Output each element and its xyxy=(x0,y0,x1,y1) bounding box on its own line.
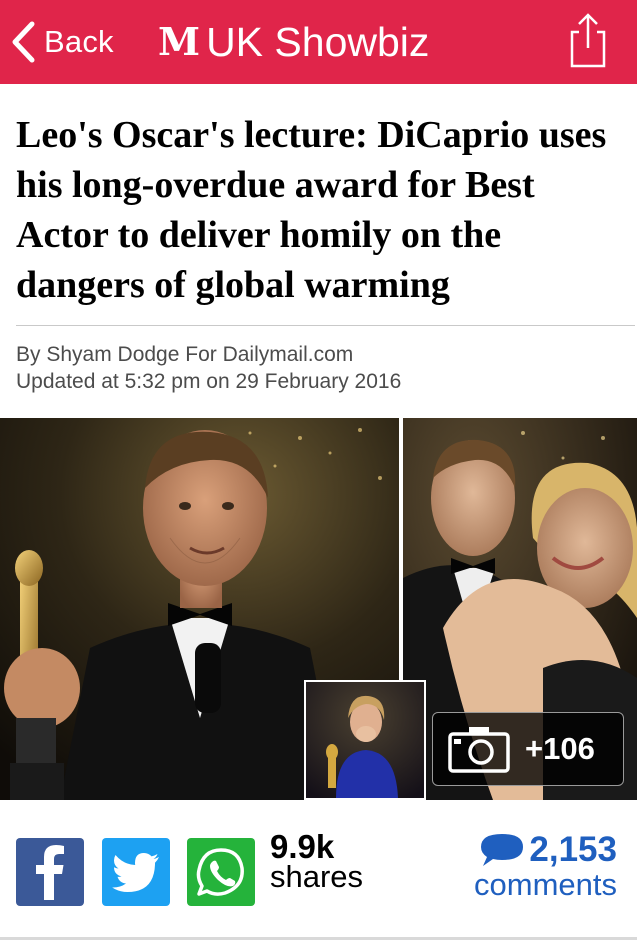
share-icon xyxy=(570,13,606,68)
whatsapp-share-button[interactable] xyxy=(187,838,255,906)
updated-timestamp: Updated at 5:32 pm on 29 February 2016 xyxy=(16,370,402,393)
comments-link[interactable]: 2,153 comments xyxy=(474,832,617,902)
shares-label: shares xyxy=(270,859,364,894)
section-title: UK Showbiz xyxy=(206,18,430,65)
shares-count: 9.9k xyxy=(270,828,335,865)
section-header: M UK Showbiz xyxy=(158,12,429,72)
back-label: Back xyxy=(44,24,114,59)
twitter-share-button[interactable] xyxy=(102,838,170,906)
gallery-count: +106 xyxy=(525,731,595,766)
gallery-badge[interactable]: +106 xyxy=(432,712,624,786)
whatsapp-icon xyxy=(196,848,244,896)
daily-mail-logo: M xyxy=(158,19,201,64)
share-button[interactable] xyxy=(566,12,610,70)
thumbnail-illustration xyxy=(306,682,424,798)
author-byline: By Shyam Dodge For Dailymail.com xyxy=(16,343,354,366)
facebook-icon xyxy=(36,845,64,900)
byline-block: By Shyam Dodge For Dailymail.com Updated… xyxy=(16,341,401,395)
facebook-share-button[interactable] xyxy=(16,838,84,906)
speech-bubble-icon xyxy=(481,834,524,866)
comments-label: comments xyxy=(474,867,617,902)
chevron-left-icon xyxy=(12,21,35,63)
twitter-icon xyxy=(112,853,159,892)
divider xyxy=(16,325,635,326)
gallery-thumbnail[interactable] xyxy=(304,680,426,800)
back-button[interactable]: Back xyxy=(10,14,114,70)
comments-count: 2,153 xyxy=(529,830,617,869)
article-headline: Leo's Oscar's lecture: DiCaprio uses his… xyxy=(16,114,607,306)
shares-counter: 9.9k shares xyxy=(270,828,364,894)
camera-icon xyxy=(448,727,510,773)
top-nav-bar: Back M UK Showbiz xyxy=(0,0,637,84)
